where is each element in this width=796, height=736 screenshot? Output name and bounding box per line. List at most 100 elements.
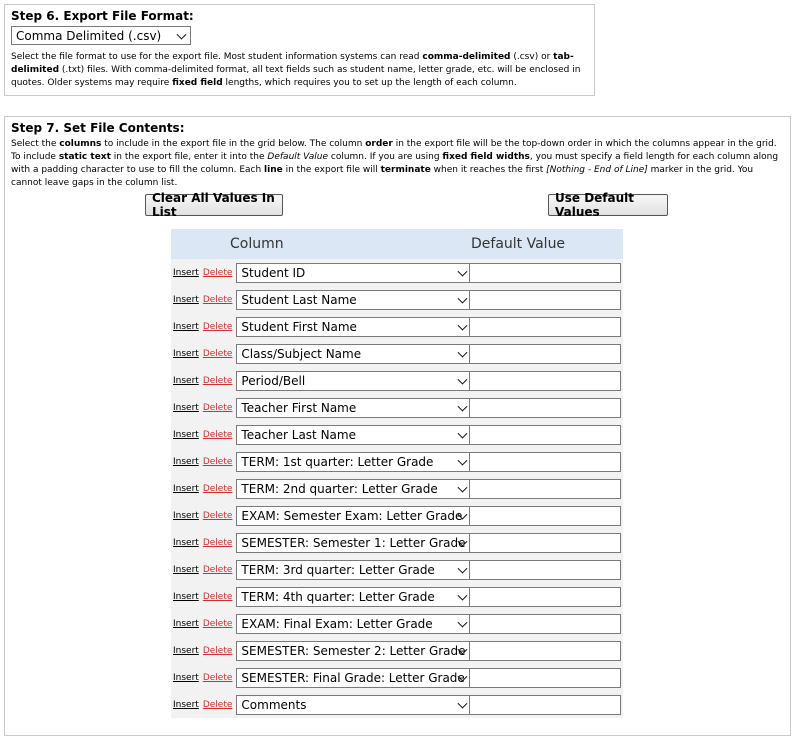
insert-link[interactable]: Insert <box>173 268 199 278</box>
default-value-input[interactable] <box>469 532 621 553</box>
delete-link[interactable]: Delete <box>203 295 233 305</box>
use-default-values-button[interactable]: Use Default Values <box>548 191 668 219</box>
column-select-value: SEMESTER: Semester 1: Letter Grade <box>241 535 466 550</box>
column-select[interactable]: SEMESTER: Semester 2: Letter Grade <box>236 640 473 661</box>
column-header: Column <box>230 236 284 252</box>
delete-link[interactable]: Delete <box>203 484 233 494</box>
grid-row: Insert Delete Class/Subject Name <box>171 340 623 367</box>
delete-link[interactable]: Delete <box>203 673 233 683</box>
grid-row: Insert Delete TERM: 1st quarter: Letter … <box>171 448 623 475</box>
insert-link[interactable]: Insert <box>173 565 199 575</box>
column-select[interactable]: TERM: 3rd quarter: Letter Grade <box>236 559 473 580</box>
column-select[interactable]: Teacher First Name <box>236 397 473 418</box>
column-select-value: Class/Subject Name <box>241 346 362 361</box>
insert-link[interactable]: Insert <box>173 403 199 413</box>
delete-link[interactable]: Delete <box>203 457 233 467</box>
column-select[interactable]: Student Last Name <box>236 289 473 310</box>
default-value-input[interactable] <box>469 640 621 661</box>
insert-link[interactable]: Insert <box>173 511 199 521</box>
insert-link[interactable]: Insert <box>173 619 199 629</box>
delete-link[interactable]: Delete <box>203 268 233 278</box>
column-select[interactable]: EXAM: Semester Exam: Letter Grade <box>236 505 473 526</box>
default-value-input[interactable] <box>469 289 621 310</box>
column-select[interactable]: Student First Name <box>236 316 473 337</box>
default-value-input[interactable] <box>469 478 621 499</box>
grid-row: Insert Delete TERM: 4th quarter: Letter … <box>171 583 623 610</box>
grid-row: Insert Delete Student First Name <box>171 313 623 340</box>
insert-link[interactable]: Insert <box>173 538 199 548</box>
column-select-value: Student Last Name <box>241 292 357 307</box>
column-select-value: TERM: 3rd quarter: Letter Grade <box>241 562 435 577</box>
default-value-input[interactable] <box>469 613 621 634</box>
delete-link[interactable]: Delete <box>203 538 233 548</box>
delete-link[interactable]: Delete <box>203 430 233 440</box>
delete-link[interactable]: Delete <box>203 592 233 602</box>
default-value-input[interactable] <box>469 262 621 283</box>
delete-link[interactable]: Delete <box>203 376 233 386</box>
default-value-input[interactable] <box>469 343 621 364</box>
grid-row: Insert Delete Student ID <box>171 259 623 286</box>
column-select[interactable]: Comments <box>236 694 473 715</box>
chevron-down-icon <box>457 455 468 466</box>
default-value-input[interactable] <box>469 451 621 472</box>
default-value-input[interactable] <box>469 694 621 715</box>
column-select[interactable]: SEMESTER: Semester 1: Letter Grade <box>236 532 473 553</box>
default-value-input[interactable] <box>469 505 621 526</box>
default-value-input[interactable] <box>469 424 621 445</box>
step6-description: Select the file format to use for the ex… <box>11 52 581 88</box>
column-select[interactable]: Period/Bell <box>236 370 473 391</box>
column-select-value: EXAM: Final Exam: Letter Grade <box>241 616 433 631</box>
column-select[interactable]: SEMESTER: Final Grade: Letter Grade <box>236 667 473 688</box>
column-select[interactable]: Teacher Last Name <box>236 424 473 445</box>
default-value-input[interactable] <box>469 397 621 418</box>
grid-row: Insert Delete TERM: 3rd quarter: Letter … <box>171 556 623 583</box>
insert-link[interactable]: Insert <box>173 295 199 305</box>
delete-link[interactable]: Delete <box>203 700 233 710</box>
grid-row: Insert Delete Student Last Name <box>171 286 623 313</box>
grid-row: Insert Delete EXAM: Semester Exam: Lette… <box>171 502 623 529</box>
column-select-value: Student First Name <box>241 319 357 334</box>
column-select-value: TERM: 2nd quarter: Letter Grade <box>241 481 438 496</box>
default-value-input[interactable] <box>469 559 621 580</box>
insert-link[interactable]: Insert <box>173 457 199 467</box>
insert-link[interactable]: Insert <box>173 376 199 386</box>
delete-link[interactable]: Delete <box>203 403 233 413</box>
insert-link[interactable]: Insert <box>173 349 199 359</box>
insert-link[interactable]: Insert <box>173 700 199 710</box>
column-select[interactable]: TERM: 1st quarter: Letter Grade <box>236 451 473 472</box>
chevron-down-icon <box>176 29 187 40</box>
insert-link[interactable]: Insert <box>173 430 199 440</box>
column-select[interactable]: TERM: 4th quarter: Letter Grade <box>236 586 473 607</box>
delete-link[interactable]: Delete <box>203 619 233 629</box>
column-select-value: SEMESTER: Semester 2: Letter Grade <box>241 643 466 658</box>
column-select[interactable]: Class/Subject Name <box>236 343 473 364</box>
insert-link[interactable]: Insert <box>173 646 199 656</box>
export-format-select[interactable]: Comma Delimited (.csv) <box>11 26 191 45</box>
delete-link[interactable]: Delete <box>203 322 233 332</box>
column-select-value: TERM: 1st quarter: Letter Grade <box>241 454 434 469</box>
column-select-value: EXAM: Semester Exam: Letter Grade <box>241 508 463 523</box>
clear-all-values-button[interactable]: Clear All Values In List <box>145 191 283 219</box>
column-select[interactable]: Student ID <box>236 262 473 283</box>
column-select-value: Student ID <box>241 265 306 280</box>
delete-link[interactable]: Delete <box>203 349 233 359</box>
insert-link[interactable]: Insert <box>173 673 199 683</box>
column-select-value: Teacher Last Name <box>241 427 356 442</box>
column-select[interactable]: EXAM: Final Exam: Letter Grade <box>236 613 473 634</box>
default-value-input[interactable] <box>469 667 621 688</box>
grid-rows: Insert Delete Student ID Insert Delete S… <box>171 259 623 718</box>
default-value-input[interactable] <box>469 586 621 607</box>
insert-link[interactable]: Insert <box>173 322 199 332</box>
export-format-panel: Step 6. Export File Format: Comma Delimi… <box>4 4 595 96</box>
default-value-input[interactable] <box>469 316 621 337</box>
grid-row: Insert Delete TERM: 2nd quarter: Letter … <box>171 475 623 502</box>
insert-link[interactable]: Insert <box>173 592 199 602</box>
chevron-down-icon <box>457 293 468 304</box>
column-select[interactable]: TERM: 2nd quarter: Letter Grade <box>236 478 473 499</box>
insert-link[interactable]: Insert <box>173 484 199 494</box>
export-format-value: Comma Delimited (.csv) <box>16 28 162 43</box>
default-value-input[interactable] <box>469 370 621 391</box>
delete-link[interactable]: Delete <box>203 646 233 656</box>
delete-link[interactable]: Delete <box>203 565 233 575</box>
delete-link[interactable]: Delete <box>203 511 233 521</box>
